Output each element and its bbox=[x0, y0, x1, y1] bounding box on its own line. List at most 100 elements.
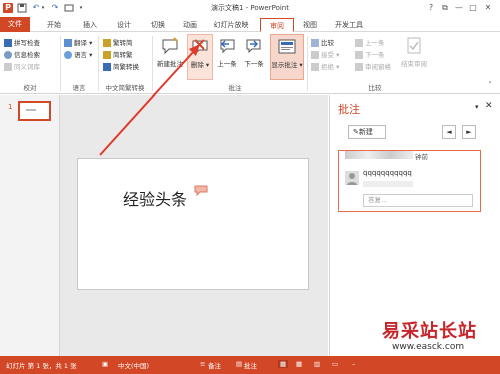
reject-button[interactable]: 拒绝 ▾ bbox=[311, 62, 339, 73]
research-label: 信息检索 bbox=[14, 51, 40, 59]
end-review-icon bbox=[404, 36, 424, 56]
tab-transitions[interactable]: 切换 bbox=[144, 18, 172, 32]
next-comment-button[interactable]: 下一条 bbox=[241, 34, 267, 80]
comments-status-icon[interactable]: ▤ bbox=[236, 360, 242, 368]
pane-previous-icon[interactable]: ◄ bbox=[442, 125, 456, 139]
end-review-label: 结束审阅 bbox=[401, 60, 427, 68]
group-label-proofing: 校对 bbox=[23, 84, 37, 92]
tab-home[interactable]: 开始 bbox=[40, 18, 68, 32]
compare-icon bbox=[311, 39, 319, 47]
new-comment-pane-label: 新建 bbox=[358, 128, 373, 136]
new-comment-pane-button[interactable]: ✎新建 bbox=[348, 125, 386, 139]
tab-slideshow[interactable]: 幻灯片放映 bbox=[206, 18, 256, 32]
research-button[interactable]: 信息检索 bbox=[4, 50, 40, 61]
collapse-ribbon-icon[interactable]: ˄ bbox=[483, 78, 497, 92]
ribbon-separator bbox=[98, 36, 99, 91]
tab-developer[interactable]: 开发工具 bbox=[328, 18, 370, 32]
maximize-button[interactable]: □ bbox=[466, 1, 480, 15]
comment-time: 钟前 bbox=[415, 153, 428, 161]
translate-icon bbox=[64, 39, 72, 47]
thesaurus-button[interactable]: 同义词库 bbox=[4, 62, 40, 73]
reviewing-pane-button[interactable]: 审阅窗格 bbox=[355, 62, 391, 73]
notes-icon[interactable]: ≡ bbox=[200, 360, 205, 368]
end-review-button[interactable]: 结束审阅 bbox=[397, 34, 431, 80]
new-comment-label: 新建批注 bbox=[157, 60, 183, 68]
previous-comment-icon bbox=[217, 36, 237, 56]
zoom-out-button[interactable]: – bbox=[352, 360, 355, 368]
group-label-compare: 比较 bbox=[368, 84, 382, 92]
thumbnail-comment-marker bbox=[26, 109, 36, 111]
spelling-status-icon[interactable]: ▣ bbox=[102, 360, 108, 368]
watermark: 易采站长站 www.easck.com bbox=[370, 315, 500, 356]
previous-change-label: 上一条 bbox=[365, 39, 385, 47]
reading-view-icon[interactable]: ▥ bbox=[314, 360, 320, 368]
delete-comment-button[interactable]: 删除 ▾ bbox=[187, 34, 213, 80]
previous-comment-button[interactable]: 上一条 bbox=[214, 34, 240, 80]
accept-label: 接受 bbox=[321, 51, 334, 59]
comment-author-blurred bbox=[345, 151, 413, 159]
close-button[interactable]: ✕ bbox=[481, 1, 495, 15]
convert-label: 简繁转换 bbox=[113, 63, 139, 71]
research-icon bbox=[4, 51, 12, 59]
slide-thumbnail-pane: 1 bbox=[0, 95, 60, 356]
compare-button[interactable]: 比较 bbox=[311, 38, 334, 49]
normal-view-icon[interactable]: ▦ bbox=[278, 360, 289, 368]
ribbon-separator bbox=[307, 36, 308, 91]
to-traditional-icon bbox=[103, 51, 111, 59]
accept-icon bbox=[311, 51, 319, 59]
tab-view[interactable]: 视图 bbox=[296, 18, 324, 32]
delete-comment-icon bbox=[190, 37, 210, 57]
slide-info: 幻灯片 第 1 张，共 1 张 bbox=[6, 362, 77, 370]
next-change-label: 下一条 bbox=[365, 51, 385, 59]
tab-review[interactable]: 审阅 bbox=[260, 18, 294, 32]
next-comment-label: 下一条 bbox=[244, 60, 264, 68]
slide-thumbnail[interactable] bbox=[18, 101, 51, 121]
next-change-icon bbox=[355, 51, 363, 59]
group-label-language: 语言 bbox=[72, 84, 86, 92]
status-bar: 幻灯片 第 1 张，共 1 张 ▣ 中文(中国) ≡ 备注 ▤ 批注 ▦ ▦ ▥… bbox=[0, 356, 500, 374]
group-label-comments: 批注 bbox=[228, 84, 242, 92]
tab-animations[interactable]: 动画 bbox=[176, 18, 204, 32]
to-simplified-icon bbox=[103, 39, 111, 47]
translate-button[interactable]: 翻译 ▾ bbox=[64, 38, 92, 49]
language-status[interactable]: 中文(中国) bbox=[118, 360, 149, 370]
compare-label: 比较 bbox=[321, 39, 334, 47]
show-comments-button[interactable]: 显示批注 ▾ bbox=[270, 34, 304, 80]
user-avatar-icon bbox=[345, 171, 359, 185]
ribbon-display-options-button[interactable]: ⧉ bbox=[438, 1, 452, 15]
tab-design[interactable]: 设计 bbox=[110, 18, 138, 32]
tab-insert[interactable]: 插入 bbox=[76, 18, 104, 32]
slide-number: 1 bbox=[8, 103, 13, 111]
reply-input[interactable]: 答复... bbox=[363, 194, 473, 207]
convert-button[interactable]: 简繁转换 bbox=[103, 62, 139, 73]
tab-file[interactable]: 文件 bbox=[0, 17, 30, 32]
reject-label: 拒绝 bbox=[321, 63, 334, 71]
pane-next-icon[interactable]: ► bbox=[462, 125, 476, 139]
comment-card[interactable]: 钟前 qqqqqqqqqqq 答复... bbox=[338, 150, 481, 212]
pane-close-icon[interactable]: ✕ bbox=[485, 101, 493, 111]
to-traditional-button[interactable]: 简转繁 bbox=[103, 50, 133, 61]
group-label-chinese: 中文简繁转换 bbox=[105, 84, 145, 92]
reviewing-pane-icon bbox=[355, 63, 363, 71]
minimize-button[interactable]: — bbox=[452, 1, 466, 15]
show-comments-label: 显示批注 bbox=[271, 61, 298, 69]
to-simplified-button[interactable]: 繁转简 bbox=[103, 38, 133, 49]
pane-options-icon[interactable]: ▾ bbox=[475, 103, 479, 111]
convert-icon bbox=[103, 63, 111, 71]
language-icon bbox=[64, 51, 72, 59]
notes-button[interactable]: 备注 bbox=[208, 360, 221, 370]
reject-icon bbox=[311, 63, 319, 71]
next-change-button[interactable]: 下一条 bbox=[355, 50, 385, 61]
comments-status-button[interactable]: 批注 bbox=[244, 360, 257, 370]
watermark-url: www.easck.com bbox=[392, 342, 465, 352]
new-comment-button[interactable]: 新建批注 bbox=[154, 34, 186, 80]
slide-sorter-icon[interactable]: ▦ bbox=[296, 360, 302, 368]
slideshow-view-icon[interactable]: ▭ bbox=[332, 360, 338, 368]
language-button[interactable]: 语言 ▾ bbox=[64, 50, 92, 61]
help-button[interactable]: ? bbox=[424, 1, 438, 15]
slide-editing-area: 经验头条 bbox=[60, 95, 328, 356]
accept-button[interactable]: 接受 ▾ bbox=[311, 50, 339, 61]
spellcheck-button[interactable]: 拼写检查 bbox=[4, 38, 40, 49]
thesaurus-icon bbox=[4, 63, 12, 71]
previous-change-button[interactable]: 上一条 bbox=[355, 38, 385, 49]
